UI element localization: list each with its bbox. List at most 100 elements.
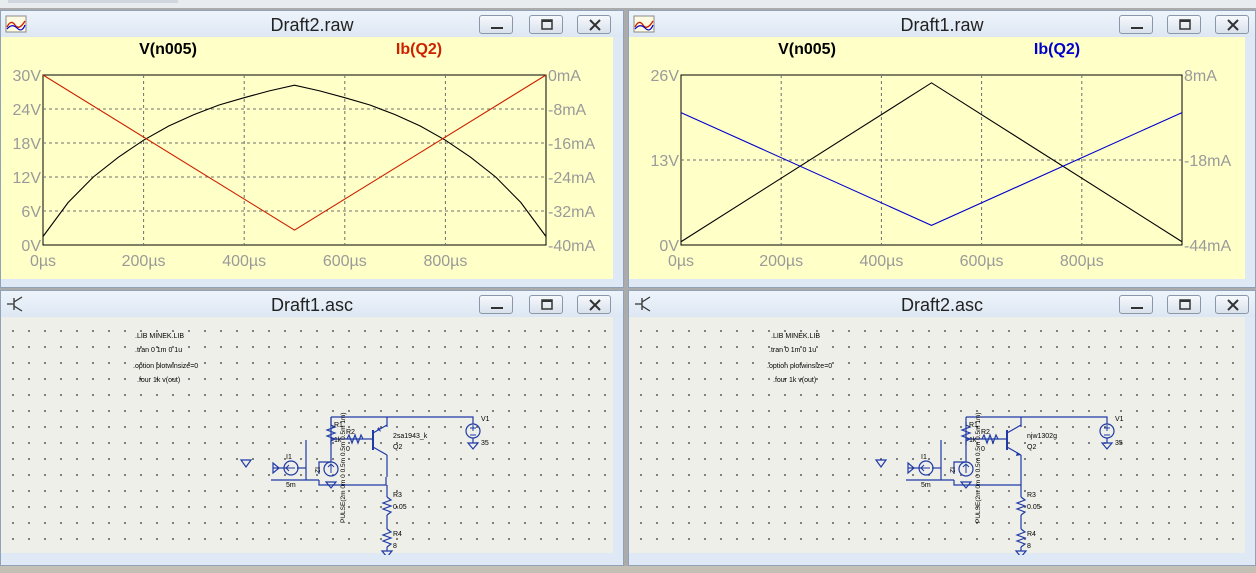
resistor-r3[interactable] — [1015, 496, 1027, 516]
close-button[interactable] — [577, 295, 611, 314]
plot-area[interactable]: 30V 0mA 24V -8mA 18V -16mA 12V -24mA 6V -32mA 0V -4… — [1, 37, 613, 279]
minimize-button[interactable] — [1119, 295, 1153, 314]
label-i1-value[interactable]: 5m — [286, 482, 296, 489]
window-draft2-asc[interactable]: Draft2.asc .LIB MINEK.LIB .tran 0 1m 0 1… — [628, 290, 1256, 566]
window-draft2-raw[interactable]: Draft2.raw 30V 0mA 24V -8mA 18V -16mA 12V -24mA… — [0, 10, 624, 288]
label-r3-value[interactable]: 0.05 — [393, 504, 407, 511]
label-r3-value[interactable]: 0.05 — [1027, 504, 1041, 511]
window-draft1-raw[interactable]: Draft1.raw 26V 8mA 13V -18mA 0V -44mA 0µs 200µs… — [628, 10, 1256, 288]
current-source-i2[interactable] — [323, 461, 339, 489]
y-left-tick-label: 18V — [13, 136, 42, 153]
top-tab-strip — [8, 0, 178, 3]
window-draft1-asc[interactable]: Draft1.asc .LIB MINEK.LIB .tran 0 1m 0 1… — [0, 290, 624, 566]
label-v1[interactable]: V1 — [1115, 416, 1124, 423]
label-i1[interactable]: I1 — [921, 454, 927, 461]
resistor-r4[interactable] — [380, 528, 394, 555]
x-tick-label: 800µs — [423, 253, 467, 270]
series-line-v-n005-[interactable] — [42, 84, 547, 237]
plot-frame — [680, 74, 1183, 246]
maximize-icon — [541, 299, 553, 310]
titlebar[interactable]: Draft1.raw — [629, 11, 1255, 37]
label-q2-model[interactable]: 2sa1943_k — [393, 433, 428, 440]
resistor-r4[interactable] — [1014, 528, 1028, 555]
minimize-button[interactable] — [479, 295, 513, 314]
minimize-icon — [1131, 307, 1143, 309]
waveform-plot[interactable]: 26V 8mA13V -18mA0V -44mA0µs 200µs 400µs 600µs 8… — [629, 37, 1247, 281]
resistor-r3[interactable] — [381, 496, 393, 516]
x-tick-label: 0µs — [30, 253, 56, 270]
label-i1[interactable]: I1 — [286, 454, 292, 461]
label-pulse[interactable]: PULSE(2m 0m 0 0.5m 0.5m 0.5m 1m) — [975, 412, 982, 523]
titlebar[interactable]: Draft1.asc — [1, 291, 623, 317]
maximize-button[interactable] — [529, 295, 563, 314]
label-q2[interactable]: Q2 — [1027, 444, 1036, 451]
series-line-v-n005-[interactable] — [680, 82, 1183, 243]
ground-left[interactable] — [874, 459, 888, 469]
close-button[interactable] — [1215, 295, 1249, 314]
titlebar[interactable]: Draft2.asc — [629, 291, 1255, 317]
label-q2-model[interactable]: njw1302g — [1027, 433, 1057, 440]
label-v1-value[interactable]: 35 — [1115, 440, 1123, 447]
y-right-tick-label: 8mA — [1184, 68, 1217, 85]
close-icon — [1227, 19, 1239, 31]
x-tick-label: 200µs — [122, 253, 166, 270]
y-left-tick-label: 24V — [13, 102, 42, 119]
trace-label-left[interactable]: V(n005) — [139, 41, 197, 58]
label-i2[interactable]: I2 — [313, 467, 320, 473]
label-i2[interactable]: I2 — [948, 467, 955, 473]
label-r3[interactable]: R3 — [1027, 492, 1036, 499]
minimize-button[interactable] — [1119, 15, 1153, 34]
close-button[interactable] — [1215, 15, 1249, 34]
bottom-border — [0, 566, 1256, 573]
top-border — [0, 0, 1256, 8]
plot-area[interactable]: 26V 8mA 13V -18mA 0V -44mA 0µs 200µs 400µs 600µs 8… — [629, 37, 1245, 279]
transistor-q2[interactable] — [363, 424, 388, 477]
maximize-button[interactable] — [529, 15, 563, 34]
y-left-tick-label: 6V — [21, 204, 41, 221]
trace-label-right[interactable]: Ib(Q2) — [1034, 41, 1080, 58]
close-icon — [1227, 299, 1239, 311]
maximize-icon — [1179, 19, 1191, 30]
x-tick-label: 800µs — [1060, 253, 1104, 270]
label-i1-value[interactable]: 5m — [921, 482, 931, 489]
label-r4[interactable]: R4 — [1027, 531, 1036, 538]
y-left-tick-label: 30V — [13, 68, 42, 85]
label-r2[interactable]: R2 — [981, 429, 990, 436]
y-right-tick-label: -40mA — [548, 238, 595, 255]
minimize-icon — [491, 27, 503, 29]
label-r4-value[interactable]: 8 — [1027, 543, 1031, 550]
close-button[interactable] — [577, 15, 611, 34]
voltage-source-v1[interactable] — [465, 423, 481, 450]
x-tick-label: 200µs — [759, 253, 803, 270]
maximize-button[interactable] — [1167, 295, 1201, 314]
label-v1[interactable]: V1 — [481, 416, 490, 423]
titlebar[interactable]: Draft2.raw — [1, 11, 623, 37]
label-r4-value[interactable]: 8 — [393, 543, 397, 550]
series-line-ib-q2-[interactable] — [42, 74, 547, 231]
schematic-canvas[interactable]: .LIB MINEK.LIB .tran 0 1m 0 1u .option p… — [1, 317, 615, 555]
y-right-tick-label: -24mA — [548, 170, 595, 187]
label-r4[interactable]: R4 — [393, 531, 402, 538]
ground-left[interactable] — [239, 459, 253, 469]
label-r2[interactable]: R2 — [346, 429, 355, 436]
maximize-button[interactable] — [1167, 15, 1201, 34]
current-source-i2[interactable] — [958, 461, 974, 489]
minimize-button[interactable] — [479, 15, 513, 34]
label-r3[interactable]: R3 — [393, 492, 402, 499]
series-line-ib-q2-[interactable] — [680, 112, 1183, 226]
trace-label-right[interactable]: Ib(Q2) — [396, 41, 442, 58]
circuit[interactable]: I1 5m R1 1k R2 0 I2 PULSE(2m 0m 0 0.5m 0… — [629, 317, 1247, 555]
y-right-tick-label: -16mA — [548, 136, 595, 153]
label-pulse[interactable]: PULSE(2m 0m 0 0.5m 0.5m 0.5m 1m) — [340, 412, 347, 523]
schematic-canvas[interactable]: .LIB MINEK.LIB .tran 0 1m 0 1u .option p… — [629, 317, 1247, 555]
label-q2[interactable]: Q2 — [393, 444, 402, 451]
voltage-source-v1[interactable] — [1099, 423, 1115, 450]
circuit[interactable]: I1 5m R1 1k R2 0 I2 PULSE(2m 0m 0 0.5m 0… — [1, 317, 615, 555]
waveform-plot[interactable]: 30V 0mA24V -8mA18V -16mA12V -24mA6V -32mA0V -4… — [1, 37, 615, 281]
trace-label-left[interactable]: V(n005) — [778, 41, 836, 58]
close-icon — [589, 299, 601, 311]
label-v1-value[interactable]: 35 — [481, 440, 489, 447]
transistor-q2[interactable] — [998, 424, 1022, 477]
window-title: Draft1.raw — [900, 15, 984, 35]
x-tick-label: 600µs — [323, 253, 367, 270]
